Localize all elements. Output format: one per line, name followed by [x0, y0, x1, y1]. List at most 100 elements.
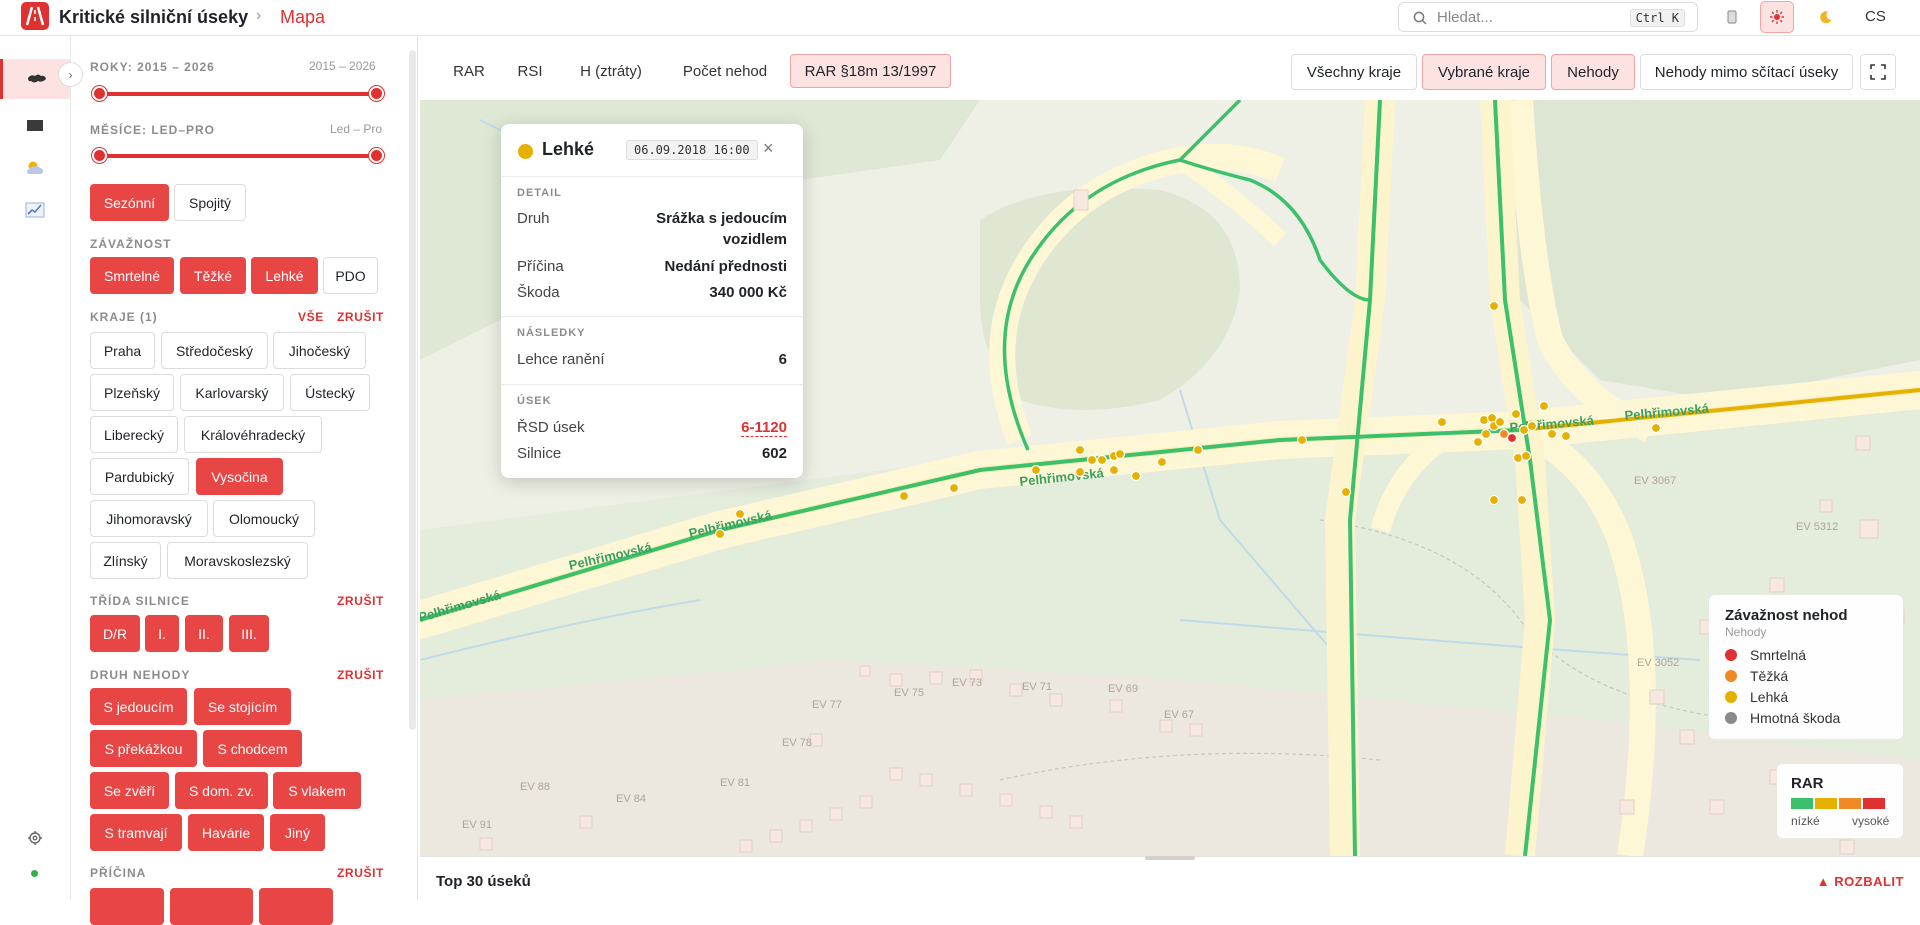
region-pardubicky[interactable]: Pardubický: [90, 458, 189, 495]
accident-marker[interactable]: [1096, 454, 1108, 466]
accident-type-crash[interactable]: Havárie: [188, 814, 264, 851]
accident-type-pedestrian[interactable]: S chodcem: [203, 730, 302, 767]
road-class-3[interactable]: III.: [229, 615, 269, 652]
tab-rar-18m[interactable]: RAR §18m 13/1997: [790, 54, 951, 88]
severity-fatal-button[interactable]: Smrtelné: [90, 257, 174, 294]
road-class-2[interactable]: II.: [185, 615, 223, 652]
accident-marker[interactable]: [1488, 300, 1500, 312]
fullscreen-button[interactable]: [1860, 54, 1896, 90]
severity-pdo-button[interactable]: PDO: [323, 257, 378, 294]
mode-seasonal-button[interactable]: Sezónní: [90, 184, 169, 221]
tab-rar[interactable]: RAR: [443, 54, 495, 88]
popup-rsd-value[interactable]: 6-1120: [741, 419, 787, 437]
road-class-clear-link[interactable]: ZRUŠIT: [337, 594, 384, 608]
accident-marker[interactable]: [1130, 470, 1142, 482]
months-slider-max-handle[interactable]: [369, 148, 384, 163]
collapse-panel-button[interactable]: ›: [58, 62, 83, 87]
accident-marker[interactable]: [1526, 420, 1538, 432]
accident-marker[interactable]: [1086, 454, 1098, 466]
region-jihocesky[interactable]: Jihočeský: [273, 332, 366, 369]
cause-chip-1[interactable]: [90, 888, 164, 925]
accident-type-wild-animal[interactable]: Se zvěří: [90, 772, 169, 809]
cause-chip-2[interactable]: [170, 888, 253, 925]
filter-panel-scrollbar[interactable]: [409, 50, 416, 730]
accident-marker[interactable]: [714, 528, 726, 540]
scope-selected-regions-button[interactable]: Vybrané kraje: [1422, 54, 1546, 90]
language-switch[interactable]: CS: [1865, 8, 1886, 25]
accident-marker[interactable]: [1538, 400, 1550, 412]
accident-marker[interactable]: [1436, 416, 1448, 428]
accident-marker[interactable]: [1108, 464, 1120, 476]
region-ustecky[interactable]: Ústecký: [290, 374, 370, 411]
years-slider-min-handle[interactable]: [92, 86, 107, 101]
sun-icon[interactable]: [1760, 1, 1794, 33]
accident-marker[interactable]: [1472, 436, 1484, 448]
scope-all-regions-button[interactable]: Všechny kraje: [1291, 54, 1417, 90]
region-jihomoravsky[interactable]: Jihomoravský: [90, 500, 208, 537]
expand-drawer-button[interactable]: ▲ ROZBALIT: [1817, 874, 1904, 889]
tab-rsi[interactable]: RSI: [508, 54, 552, 88]
accident-type-other[interactable]: Jiný: [270, 814, 325, 851]
accident-marker[interactable]: [1480, 428, 1492, 440]
accident-marker[interactable]: [734, 508, 746, 520]
cause-chip-3[interactable]: [259, 888, 333, 925]
drawer-drag-handle[interactable]: [1145, 856, 1195, 860]
regions-clear-link[interactable]: ZRUŠIT: [337, 310, 384, 324]
months-slider[interactable]: [92, 148, 384, 163]
tab-accident-count[interactable]: Počet nehod: [670, 54, 780, 88]
accident-type-parked[interactable]: Se stojícím: [194, 688, 291, 725]
road-class-1[interactable]: I.: [145, 615, 179, 652]
app-logo[interactable]: [21, 2, 49, 30]
accident-marker[interactable]: [1560, 430, 1572, 442]
region-moravskoslezsky[interactable]: Moravskoslezský: [167, 542, 308, 579]
accident-marker[interactable]: [1650, 422, 1662, 434]
years-slider-max-handle[interactable]: [369, 86, 384, 101]
accident-marker[interactable]: [1074, 466, 1086, 478]
accident-type-obstacle[interactable]: S překážkou: [90, 730, 197, 767]
accident-marker[interactable]: [1114, 448, 1126, 460]
search-input[interactable]: [1437, 8, 1607, 26]
accident-marker[interactable]: [1520, 450, 1532, 462]
moon-icon[interactable]: [1808, 1, 1842, 33]
region-olomoucky[interactable]: Olomoucký: [213, 500, 315, 537]
accident-type-train[interactable]: S vlakem: [273, 772, 361, 809]
accident-marker[interactable]: [1546, 428, 1558, 440]
top-segments-drawer[interactable]: Top 30 úseků ▲ ROZBALIT: [420, 856, 1920, 900]
accident-marker[interactable]: [1030, 464, 1042, 476]
cause-clear-link[interactable]: ZRUŠIT: [337, 866, 384, 880]
severity-serious-button[interactable]: Těžké: [180, 257, 246, 294]
severity-light-button[interactable]: Lehké: [251, 257, 318, 294]
region-stredocesky[interactable]: Středočeský: [161, 332, 268, 369]
region-karlovarsky[interactable]: Karlovarský: [180, 374, 284, 411]
region-vysocina[interactable]: Vysočina: [196, 458, 283, 495]
rail-chart-button[interactable]: [0, 190, 70, 230]
regions-select-all-link[interactable]: VŠE: [298, 310, 324, 324]
app-title[interactable]: Kritické silniční úseky: [59, 7, 248, 28]
region-praha[interactable]: Praha: [90, 332, 155, 369]
accident-marker[interactable]: [1494, 416, 1506, 428]
accident-marker[interactable]: [1340, 486, 1352, 498]
accident-marker[interactable]: [898, 490, 910, 502]
years-slider[interactable]: [92, 86, 384, 101]
accident-type-clear-link[interactable]: ZRUŠIT: [337, 668, 384, 682]
road-class-dr[interactable]: D/R: [90, 615, 140, 652]
rail-weather-button[interactable]: [0, 148, 70, 188]
tab-h-losses[interactable]: H (ztráty): [565, 54, 657, 88]
search-box[interactable]: Ctrl K: [1398, 2, 1698, 32]
accident-type-domestic-animal[interactable]: S dom. zv.: [175, 772, 268, 809]
rail-settings-button[interactable]: [0, 818, 70, 858]
accident-marker[interactable]: [1156, 456, 1168, 468]
region-plzensky[interactable]: Plzeňský: [90, 374, 174, 411]
rsd-segment-link[interactable]: 6-1120: [741, 419, 787, 437]
accident-marker[interactable]: [1506, 432, 1518, 444]
scope-outside-counting-button[interactable]: Nehody mimo sčítací úseky: [1640, 54, 1853, 90]
months-slider-min-handle[interactable]: [92, 148, 107, 163]
rail-table-button[interactable]: [0, 105, 70, 145]
scope-accidents-button[interactable]: Nehody: [1551, 54, 1635, 90]
accident-marker[interactable]: [1296, 434, 1308, 446]
accident-type-moving[interactable]: S jedoucím: [90, 688, 187, 725]
accident-marker[interactable]: [1510, 408, 1522, 420]
region-liberecky[interactable]: Liberecký: [90, 416, 178, 453]
region-kralovehradecky[interactable]: Královéhradecký: [184, 416, 322, 453]
accident-marker[interactable]: [1516, 494, 1528, 506]
